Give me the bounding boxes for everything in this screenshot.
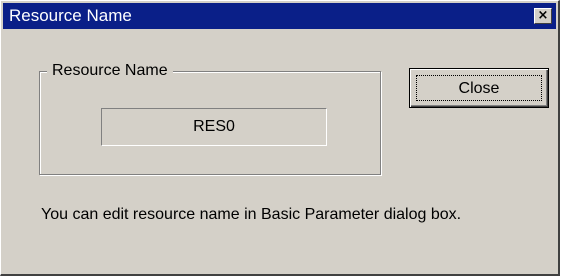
close-icon[interactable]: × [534, 8, 552, 24]
window-title: Resource Name [9, 6, 132, 25]
groupbox-label: Resource Name [47, 62, 173, 80]
title-bar: Resource Name × [3, 3, 556, 29]
info-text: You can edit resource name in Basic Para… [41, 206, 462, 223]
close-button-label: Close [416, 75, 542, 101]
close-button[interactable]: Close [409, 68, 549, 108]
resource-name-value: RES0 [101, 108, 327, 146]
resource-name-dialog: Resource Name × Resource Name RES0 Close… [0, 0, 560, 276]
